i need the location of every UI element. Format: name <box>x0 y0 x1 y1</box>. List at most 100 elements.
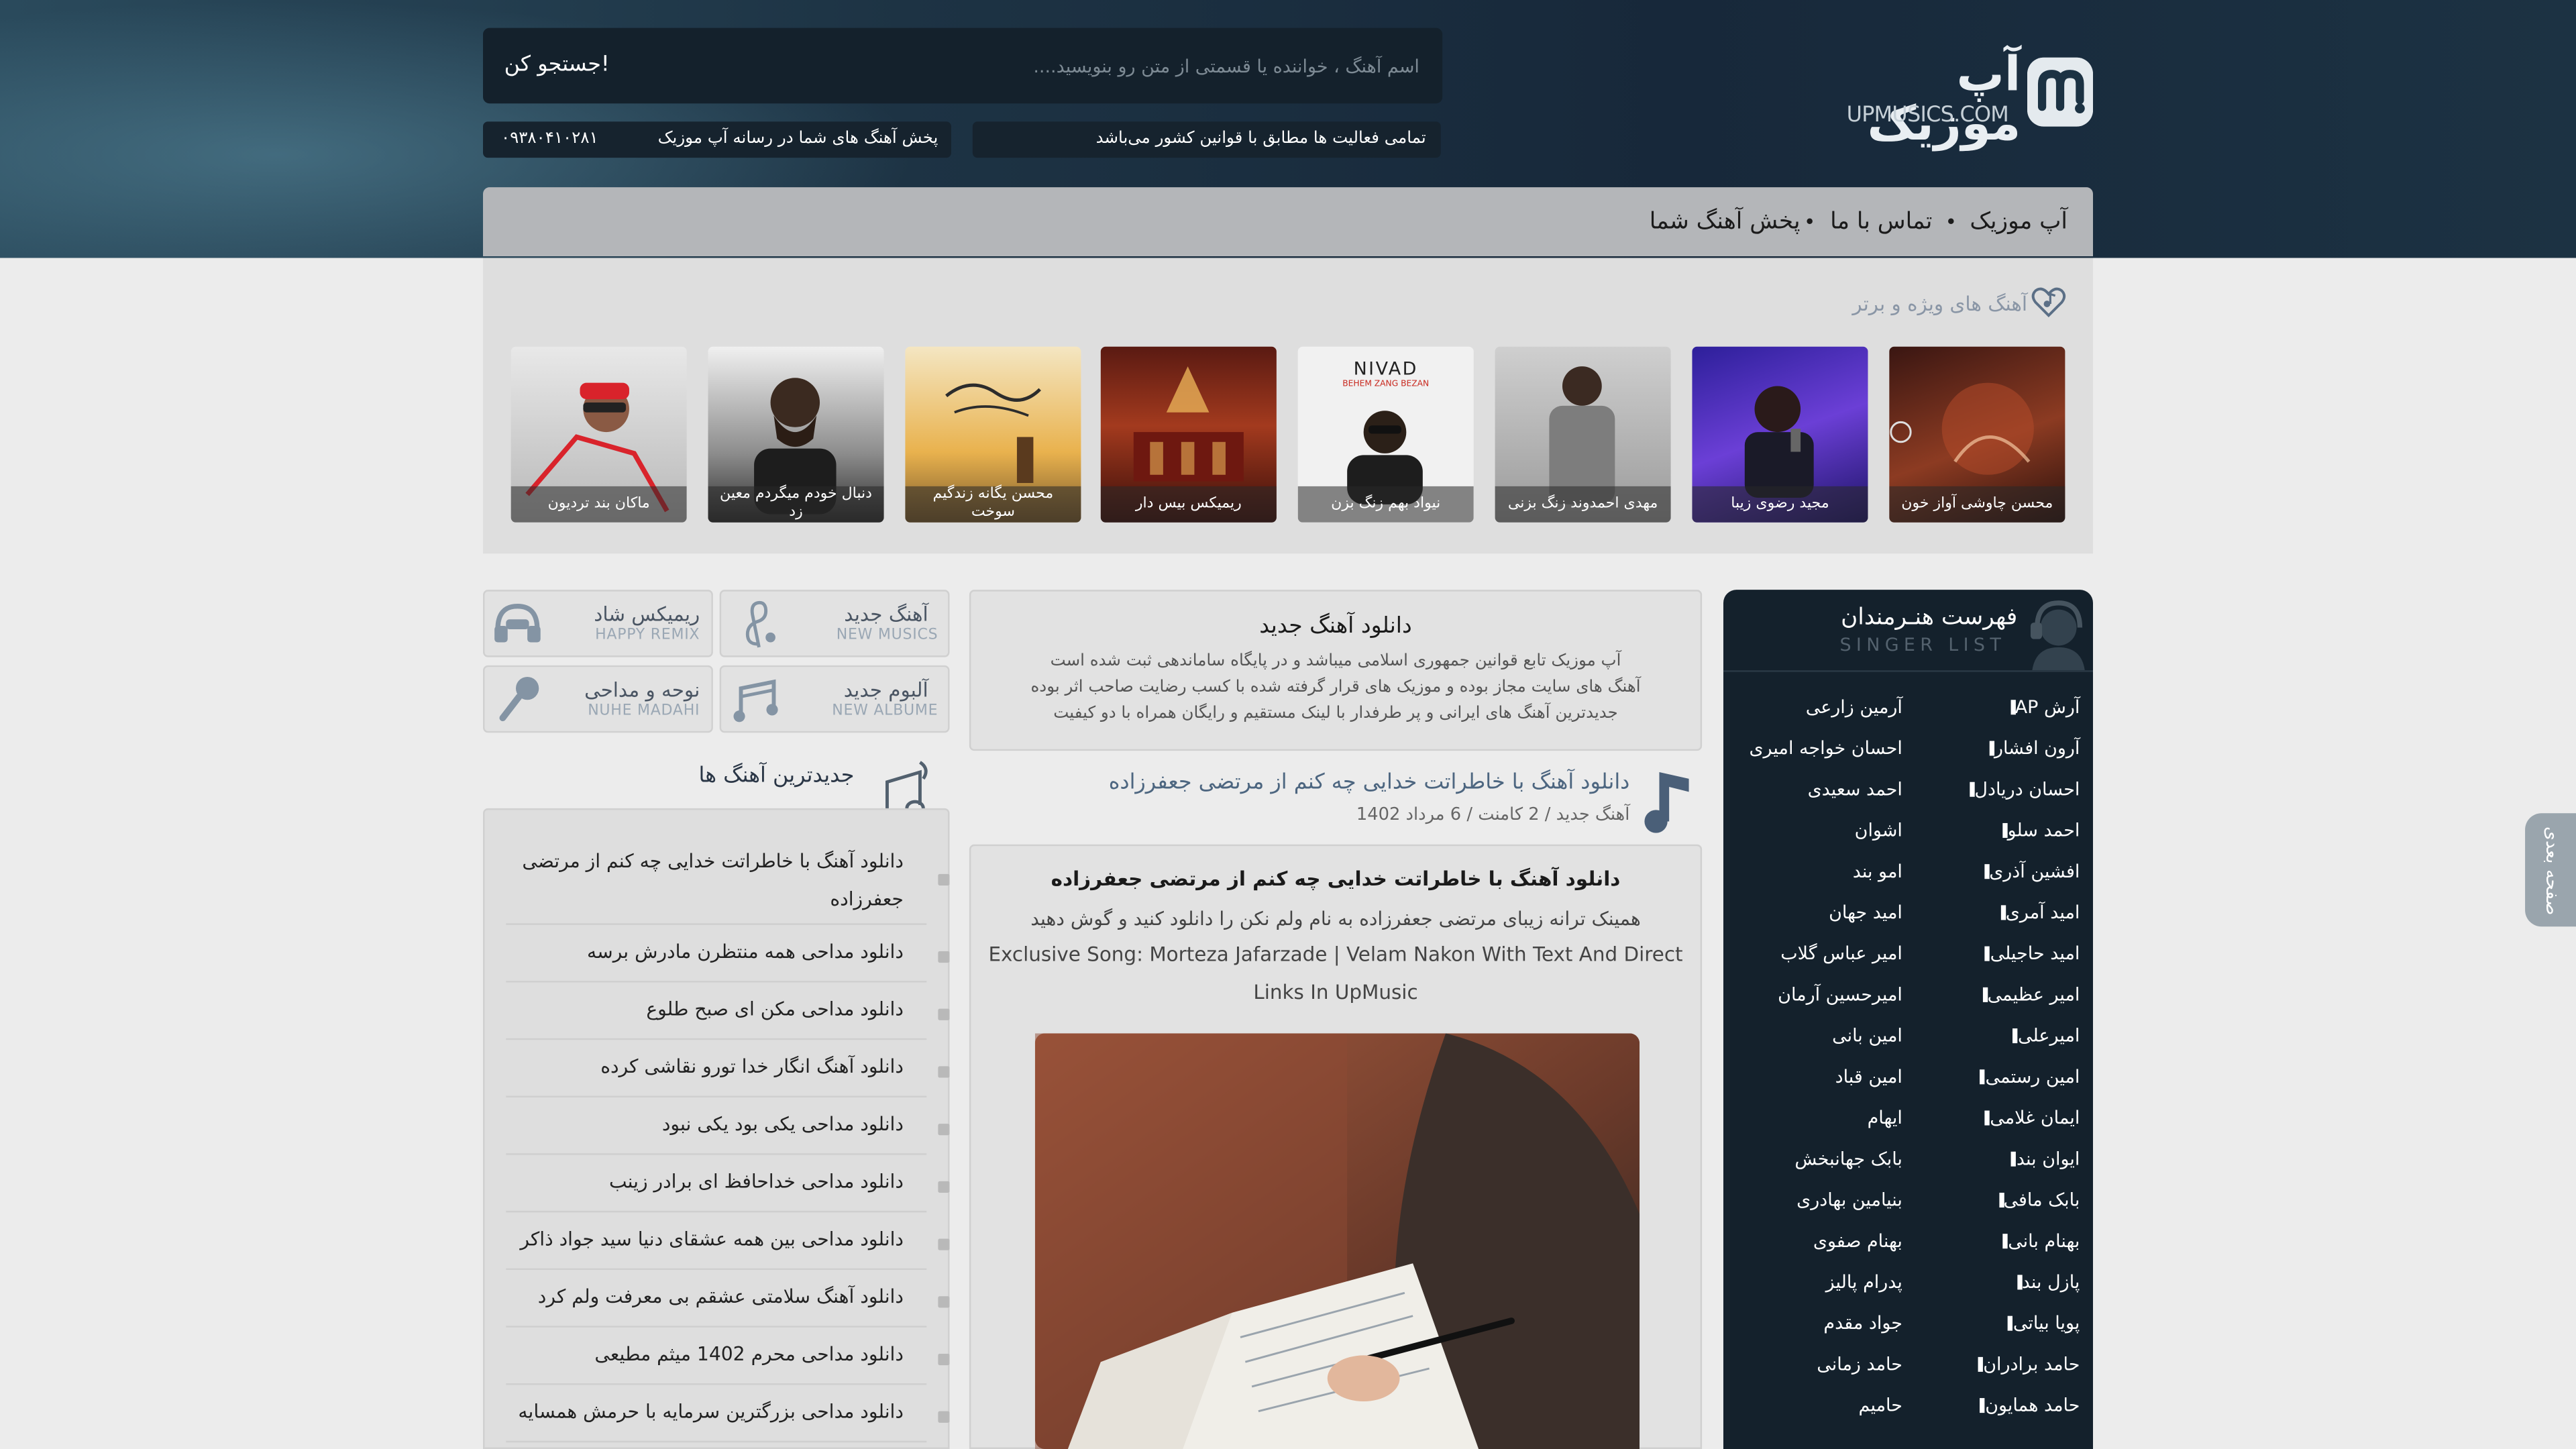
list-item-text: دانلود مداحی محرم 1402 میثم مطیعی <box>594 1342 904 1366</box>
artist-link[interactable]: آرون افشار <box>1922 728 2080 769</box>
list-item[interactable]: دانلود مداحی بین همه عشقای دنیا سید جواد… <box>506 1221 950 1271</box>
post-cover-image[interactable] <box>1034 1033 1640 1449</box>
artist-link[interactable]: جواد مقدم <box>1738 1303 1902 1344</box>
list-bullet <box>938 1180 950 1192</box>
list-item[interactable]: دانلود مداحی همه منتظرن مادرش برسه <box>506 933 950 983</box>
list-item-text: دانلود مداحی بین همه عشقای دنیا سید جواد… <box>520 1227 904 1250</box>
artist-name: امیرعلی <box>2018 1025 2080 1047</box>
artist-link[interactable]: احمد سلو <box>1922 810 2080 851</box>
artist-link[interactable]: امیرحسین آرمان <box>1738 974 1902 1015</box>
search-input[interactable] <box>657 28 1430 104</box>
artist-link[interactable]: احسان خواجه امیری <box>1738 728 1902 769</box>
list-item-text: دانلود مداحی مکن ای صبح طلوع <box>646 997 904 1020</box>
artist-link[interactable]: امو بند <box>1738 851 1902 892</box>
artist-link[interactable]: بنیامین بهادری <box>1738 1179 1902 1220</box>
list-item[interactable]: دانلود مداحی مکن ای صبح طلوع <box>506 991 950 1040</box>
next-page-tab[interactable]: صفحه بعدی <box>2525 813 2576 927</box>
artist-link[interactable]: ایمان غلامی <box>1922 1097 2080 1138</box>
list-item[interactable]: دانلود مداحی بزرگترین سرمایه با حرمش همس… <box>506 1393 950 1443</box>
list-item-text: دانلود مداحی همه منتظرن مادرش برسه <box>587 939 904 963</box>
search-button[interactable]: جستجو کن! <box>483 28 631 104</box>
divider <box>1723 670 2094 672</box>
list-item[interactable]: دانلود آهنگ سلامتی عشقم بی معرفت ولم کرد <box>506 1278 950 1328</box>
category-new-music[interactable]: آهنگ جدید NEW MUSICS <box>719 590 950 657</box>
logo-mark-icon[interactable] <box>2027 57 2094 127</box>
nav-item-contact[interactable]: تماس با ما <box>1830 187 1932 256</box>
list-bullet <box>938 1352 950 1364</box>
artist-link[interactable]: امین بانی <box>1738 1015 1902 1056</box>
artist-link[interactable]: آرش AP <box>1922 687 2080 728</box>
artist-link[interactable]: امیر عباس گلاب <box>1738 933 1902 974</box>
artist-link[interactable]: بهنام بانی <box>1922 1221 2080 1262</box>
artist-link[interactable]: امید حاجیلی <box>1922 933 2080 974</box>
post-title-link[interactable]: دانلود آهنگ با خاطراتت خدایی چه کنم از م… <box>1035 767 1630 800</box>
post-category[interactable]: آهنگ جدید <box>1556 805 1630 824</box>
artist-link[interactable]: امین رستمی <box>1922 1057 2080 1097</box>
list-item[interactable]: دانلود آهنگ با خاطراتت خدایی چه کنم از م… <box>506 838 950 925</box>
list-item-text: دانلود مداحی خداحافظ ای برادر زینب <box>608 1169 904 1193</box>
post-meta: آهنگ جدید / 2 کامنت / 6 مرداد 1402 <box>1150 802 1629 828</box>
artist-link[interactable]: پازل بند <box>1922 1262 2080 1303</box>
artist-link[interactable]: ایهام <box>1738 1097 1902 1138</box>
bullet-marker <box>2017 1275 2022 1290</box>
artist-link[interactable]: امید جهان <box>1738 892 1902 933</box>
bullet-marker <box>2010 700 2015 715</box>
logo-text[interactable]: آپ موزیک <box>1840 49 2021 148</box>
post-description-en: Exclusive Song: Morteza Jafarzade | Vela… <box>988 943 1683 967</box>
artist-link[interactable]: بهنام صفوی <box>1738 1221 1902 1262</box>
artist-link[interactable]: اشوان <box>1738 810 1902 851</box>
intro-line: آپ موزیک تابع قوانین جمهوری اسلامی میباش… <box>1050 652 1621 671</box>
artist-link[interactable]: پدرام پالیز <box>1738 1262 1902 1303</box>
artist-link[interactable]: افشین آذری <box>1922 851 2080 892</box>
category-new-album[interactable]: آلبوم جدید NEW ALBUME <box>719 665 950 733</box>
artist-name: احسان دریادل <box>1974 778 2080 800</box>
featured-card[interactable]: محسن یگانه زندگیم سوخت <box>905 346 1081 523</box>
category-nuhe-madahi[interactable]: نوحه و مداحی NUHE MADAHI <box>483 665 713 733</box>
featured-card[interactable]: مجید رضوی زیبا <box>1692 346 1868 523</box>
artist-name: آرون افشار <box>1994 737 2080 759</box>
category-happy-remix[interactable]: ریمیکس شاد HAPPY REMIX <box>483 590 713 657</box>
list-bullet <box>938 873 950 886</box>
singer-list-title: فهرست هنـرمندان <box>1841 604 2018 631</box>
artist-link[interactable]: پویا بیاتی <box>1922 1303 2080 1344</box>
artist-name: حامد زمانی <box>1817 1353 1902 1375</box>
featured-card[interactable]: ریمیکس بیس دار <box>1100 346 1277 523</box>
artist-link[interactable]: حامد زمانی <box>1738 1344 1902 1385</box>
artist-link[interactable]: حامد همایون <box>1922 1385 2080 1426</box>
artist-link[interactable]: ایوان بند <box>1922 1138 2080 1179</box>
card-caption: مجید رضوی زیبا <box>1692 486 1868 523</box>
category-title: آلبوم جدید <box>843 678 928 702</box>
artist-name: امین رستمی <box>1985 1066 2080 1088</box>
featured-card[interactable]: مهدی احمدوند زنگ بزنی <box>1495 346 1671 523</box>
nav-item-home[interactable]: آپ موزیک <box>1970 187 2068 256</box>
featured-card[interactable]: محسن چاوشی آواز خون <box>1889 346 2065 523</box>
list-item[interactable]: دانلود مداحی محرم 1402 میثم مطیعی <box>506 1336 950 1385</box>
featured-card[interactable]: ماکان بند تردیون <box>511 346 687 523</box>
logo-subtext[interactable]: UPMUSICS.COM <box>1847 103 2027 129</box>
nav-item-publish[interactable]: پخش آهنگ شما <box>1650 187 1801 256</box>
artist-link[interactable]: امید آمری <box>1922 892 2080 933</box>
dj-headphones-icon <box>494 604 541 643</box>
list-item[interactable]: دانلود آهنگ انگار خدا تورو نقاشی کرده <box>506 1048 950 1097</box>
artist-link[interactable]: بابک جهانبخش <box>1738 1138 1902 1179</box>
list-item[interactable]: دانلود مداحی خداحافظ ای برادر زینب <box>506 1163 950 1213</box>
artist-link[interactable]: آرمین زارعی <box>1738 687 1902 728</box>
artist-name: احمد سعیدی <box>1807 778 1902 800</box>
featured-card[interactable]: دنبال خودم میگردم معین زد <box>708 346 884 523</box>
artist-link[interactable]: بابک مافی <box>1922 1179 2080 1220</box>
artist-link[interactable]: امیر عظیمی <box>1922 974 2080 1015</box>
artist-link[interactable]: احمد سعیدی <box>1738 769 1902 810</box>
artist-link[interactable]: حامیم <box>1738 1385 1902 1426</box>
artist-name: ایمان غلامی <box>1990 1107 2080 1129</box>
artist-link[interactable]: حامد برادران <box>1922 1344 2080 1385</box>
list-item[interactable]: دانلود مداحی یکی بود یکی نبود <box>506 1106 950 1155</box>
intro-line: آهنگ های سایت مجاز بوده و موزیک های قرار… <box>1030 678 1641 697</box>
bullet-marker <box>1989 741 1994 756</box>
artist-link[interactable]: امین قباد <box>1738 1057 1902 1097</box>
post-comments[interactable]: 2 کامنت <box>1478 805 1539 824</box>
bullet-marker <box>2000 905 2006 920</box>
artist-link[interactable]: امیرعلی <box>1922 1015 2080 1056</box>
featured-card[interactable]: NIVAD BEHEM ZANG BEZAN نیواد بهم زنگ بزن <box>1297 346 1474 523</box>
artist-name: احسان خواجه امیری <box>1749 737 1902 759</box>
artist-link[interactable]: احسان دریادل <box>1922 769 2080 810</box>
